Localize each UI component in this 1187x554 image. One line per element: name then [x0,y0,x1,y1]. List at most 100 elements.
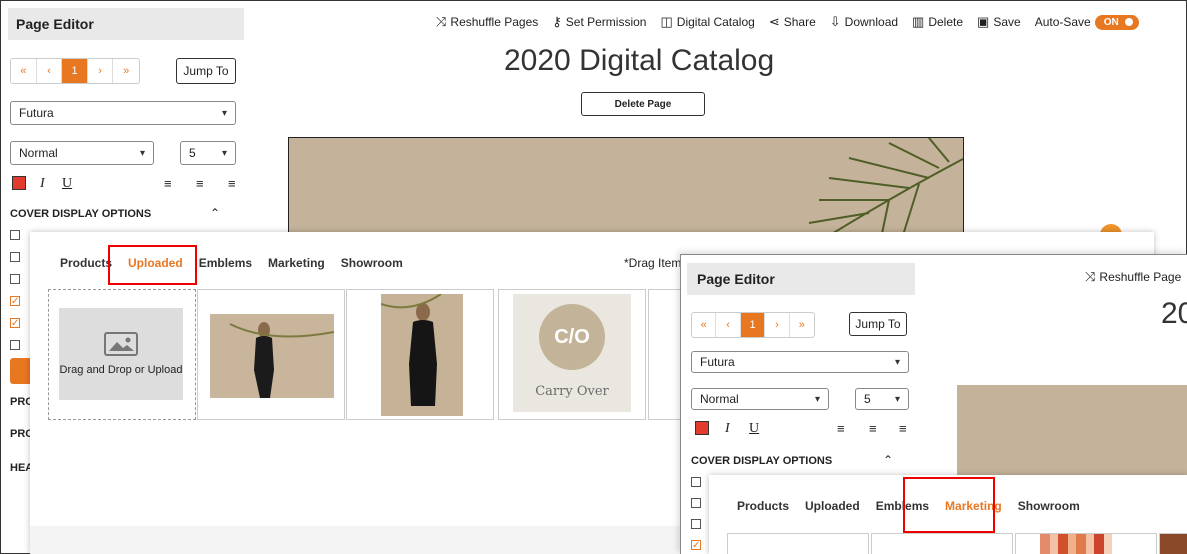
delete-button[interactable]: ▥ Delete [912,14,963,30]
tab-emblems[interactable]: Emblems [199,256,252,270]
download-button[interactable]: ⇩ Download [830,14,898,30]
reshuffle-pages-button[interactable]: ⤨ Reshuffle Pages [436,14,538,30]
align-left-icon[interactable]: ≡ [164,176,172,191]
tab-showroom[interactable]: Showroom [341,256,403,270]
key-icon: ⚷ [552,14,562,29]
overlay-catalog-title: 20 [1161,297,1187,330]
font-select-value: Futura [700,355,735,369]
uploaded-image-tile[interactable] [346,289,494,420]
autosave-control: Auto-Save ON [1035,14,1139,30]
font-select[interactable]: Futura ▾ [10,101,236,125]
model-photo-1 [210,314,335,398]
next-page-button[interactable]: › [88,59,114,83]
update-button[interactable] [10,358,32,384]
current-page-button[interactable]: 1 [62,59,88,83]
cover-option-checkbox[interactable] [10,340,20,350]
font-select-value: Futura [19,106,54,120]
marketing-tile[interactable] [1015,533,1157,554]
cover-option-checkbox[interactable] [10,296,20,306]
current-page-button[interactable]: 1 [740,313,766,337]
uploaded-image-tile[interactable] [197,289,345,420]
first-page-button[interactable]: « [692,313,717,337]
download-icon: ⇩ [829,14,841,29]
align-right-icon[interactable]: ≡ [899,421,907,436]
marketing-tile[interactable] [1159,533,1187,554]
underline-button[interactable]: U [62,176,72,192]
share-button[interactable]: ⋖ Share [769,14,816,30]
tab-products[interactable]: Products [60,256,112,270]
carry-over-emblem-tile[interactable]: C/O Carry Over [498,289,646,420]
reshuffle-pages-button[interactable]: ⤨ Reshuffle Page [1085,269,1181,285]
style-select[interactable]: Normal ▾ [10,141,154,165]
last-page-button[interactable]: » [790,313,814,337]
dropzone-label: Drag and Drop or Upload [59,364,183,376]
last-page-button[interactable]: » [113,59,139,83]
align-center-icon[interactable]: ≡ [869,421,877,436]
striped-fabric-image [1040,534,1156,554]
set-permission-button[interactable]: ⚷ Set Permission [552,14,646,30]
jump-to-button[interactable]: Jump To [176,58,236,84]
cover-option-checkbox[interactable] [10,274,20,284]
save-icon: ▣ [977,14,990,29]
chevron-up-icon[interactable]: ⌃ [883,453,893,467]
highlight-marketing-tab [903,477,995,533]
align-center-icon[interactable]: ≡ [196,176,204,191]
cover-option-checkbox[interactable] [691,498,701,508]
top-toolbar: ⤨ Reshuffle Pages ⚷ Set Permission ◫ Digita… [436,14,1139,30]
text-color-swatch[interactable] [12,176,26,190]
italic-button[interactable]: I [725,421,730,437]
cover-option-checkbox[interactable] [10,252,20,262]
cover-page-image [288,137,964,247]
cover-option-checkbox[interactable] [10,230,20,240]
chevron-down-icon: ▾ [221,147,227,159]
prev-page-button[interactable]: ‹ [37,59,63,83]
marketing-tile[interactable] [871,533,1013,554]
image-upload-icon [104,332,138,356]
chevron-down-icon: ▾ [139,147,145,159]
size-select-value: 5 [189,146,196,160]
cover-option-checkbox[interactable] [691,540,701,550]
chevron-down-icon: ▾ [814,393,820,405]
tab-uploaded[interactable]: Uploaded [805,499,860,513]
italic-button[interactable]: I [40,176,45,192]
underline-button[interactable]: U [749,421,759,437]
autosave-toggle[interactable]: ON [1094,14,1139,30]
model-photo-2 [380,293,463,416]
marketing-tile[interactable] [727,533,869,554]
next-page-button[interactable]: › [765,313,790,337]
text-color-swatch[interactable] [695,421,709,435]
carry-over-emblem: C/O Carry Over [513,294,631,412]
cover-options-title: COVER DISPLAY OPTIONS [691,455,833,467]
font-select[interactable]: Futura ▾ [691,351,909,373]
prev-page-button[interactable]: ‹ [716,313,741,337]
book-icon: ◫ [660,14,673,29]
chevron-up-icon[interactable]: ⌃ [210,206,220,220]
cover-option-checkbox[interactable] [691,519,701,529]
first-page-button[interactable]: « [11,59,37,83]
uploaded-image-tile[interactable] [648,289,684,420]
share-icon: ⋖ [768,14,780,29]
catalog-title: 2020 Digital Catalog [504,44,775,77]
size-select[interactable]: 5 ▾ [855,388,909,410]
digital-catalog-button[interactable]: ◫ Digital Catalog [660,14,754,30]
chevron-down-icon: ▾ [221,107,227,119]
toggle-knob [1124,18,1133,26]
style-select[interactable]: Normal ▾ [691,388,829,410]
shuffle-icon: ⤨ [436,14,447,29]
upload-dropzone[interactable]: Drag and Drop or Upload [48,289,196,420]
save-button[interactable]: ▣ Save [977,14,1021,30]
size-select[interactable]: 5 ▾ [180,141,236,165]
jump-to-button[interactable]: Jump To [849,312,907,336]
cover-option-checkbox[interactable] [10,318,20,328]
align-right-icon[interactable]: ≡ [228,176,236,191]
tab-marketing[interactable]: Marketing [268,256,325,270]
size-select-value: 5 [864,392,871,406]
dropzone-inner: Drag and Drop or Upload [59,308,183,400]
align-left-icon[interactable]: ≡ [837,421,845,436]
trash-icon: ▥ [912,14,925,29]
cover-options-title: COVER DISPLAY OPTIONS [10,208,152,220]
cover-option-checkbox[interactable] [691,477,701,487]
tab-showroom[interactable]: Showroom [1018,499,1080,513]
delete-page-button[interactable]: Delete Page [581,92,705,116]
tab-products[interactable]: Products [737,499,789,513]
